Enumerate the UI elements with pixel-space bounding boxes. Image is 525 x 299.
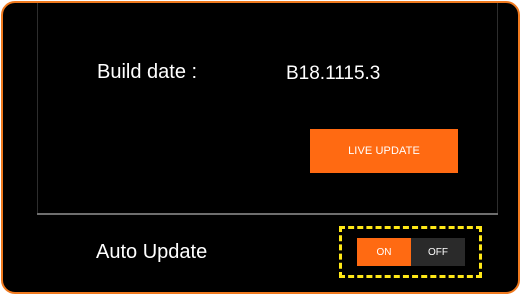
build-date-label: Build date : bbox=[97, 61, 198, 83]
auto-update-label: Auto Update bbox=[96, 241, 208, 263]
toggle-off-option[interactable]: OFF bbox=[411, 238, 465, 266]
build-date-value: B18.1115.3 bbox=[286, 63, 381, 84]
left-separator bbox=[37, 3, 38, 215]
auto-update-toggle[interactable]: ON OFF bbox=[357, 238, 465, 266]
section-divider bbox=[37, 213, 498, 215]
live-update-button[interactable]: LIVE UPDATE bbox=[310, 129, 458, 173]
right-separator bbox=[497, 3, 498, 215]
settings-panel: Build date : B18.1115.3 LIVE UPDATE Auto… bbox=[1, 1, 520, 294]
toggle-on-option[interactable]: ON bbox=[357, 238, 411, 266]
